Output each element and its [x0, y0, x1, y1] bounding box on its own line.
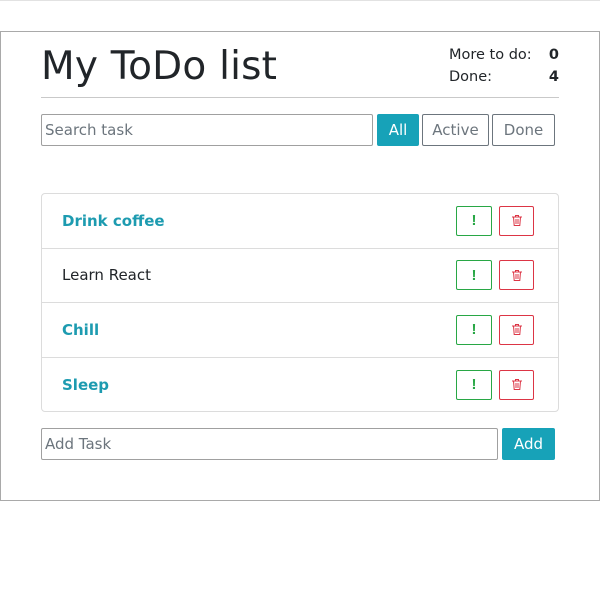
mark-important-button[interactable]: ! [456, 314, 492, 345]
trash-icon [511, 215, 522, 227]
done-label: Done: [449, 69, 493, 85]
delete-button[interactable] [499, 314, 534, 345]
todo-item: Chill ! [42, 303, 558, 358]
task-counters: More to do: 0 Done: 4 [449, 44, 559, 88]
exclamation-icon: ! [471, 321, 477, 339]
trash-icon [511, 269, 522, 281]
page-title: My ToDo list [41, 44, 278, 89]
filter-all-button[interactable]: All [377, 114, 419, 146]
add-task-input[interactable] [41, 428, 498, 460]
mark-important-button[interactable]: ! [456, 205, 492, 236]
app-header: My ToDo list More to do: 0 Done: 4 [41, 44, 559, 98]
done-count: 4 [548, 69, 559, 85]
trash-icon [511, 324, 522, 336]
todo-list: Drink coffee ! Learn React ! Chill ! Sle… [41, 193, 559, 412]
todo-label[interactable]: Chill [62, 321, 99, 339]
delete-button[interactable] [499, 260, 534, 291]
add-task-form: Add [41, 428, 559, 460]
add-task-button[interactable]: Add [502, 428, 555, 460]
todo-item: Learn React ! [42, 249, 558, 303]
filter-done-button[interactable]: Done [492, 114, 555, 146]
more-to-do-count: 0 [548, 47, 559, 63]
todo-label[interactable]: Drink coffee [62, 212, 165, 230]
trash-icon [511, 379, 522, 391]
more-to-do-counter: More to do: 0 [449, 44, 559, 66]
exclamation-icon: ! [471, 376, 477, 394]
exclamation-icon: ! [471, 212, 477, 230]
search-panel: All Active Done [41, 114, 559, 146]
mark-important-button[interactable]: ! [456, 260, 492, 291]
todo-item: Drink coffee ! [42, 194, 558, 249]
delete-button[interactable] [499, 205, 534, 236]
mark-important-button[interactable]: ! [456, 369, 492, 400]
todo-label[interactable]: Learn React [62, 266, 151, 284]
filter-active-button[interactable]: Active [422, 114, 489, 146]
done-counter: Done: 4 [449, 66, 559, 88]
top-divider [0, 0, 600, 1]
more-to-do-label: More to do: [449, 47, 532, 63]
search-input[interactable] [41, 114, 373, 146]
exclamation-icon: ! [471, 266, 477, 284]
delete-button[interactable] [499, 369, 534, 400]
todo-item: Sleep ! [42, 358, 558, 413]
todo-label[interactable]: Sleep [62, 376, 109, 394]
